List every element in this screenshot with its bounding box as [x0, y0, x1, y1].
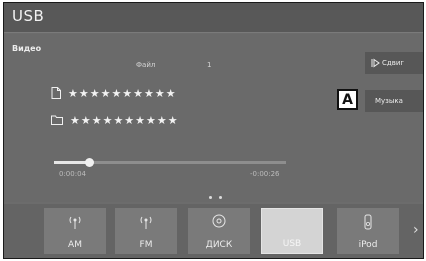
source-tile-disc[interactable]: ДИСК	[188, 208, 250, 254]
source-label: Видео	[12, 44, 42, 53]
radio-antenna-icon	[69, 216, 81, 229]
folder-icon	[51, 115, 63, 125]
folder-row: ★★★★★★★★★★	[51, 113, 179, 127]
source-tile-label: USB	[282, 239, 302, 249]
media-panel: Видео Файл 1 ★★★★★★★★★★ ★★★★★★★★★★ 0:00:…	[4, 34, 423, 202]
page-dot	[209, 196, 212, 199]
source-tile-label: ДИСК	[205, 240, 233, 250]
file-number: 1	[207, 61, 212, 69]
callout-label: A	[337, 89, 358, 110]
file-label: Файл	[136, 61, 156, 69]
head-unit-screen: USB Видео Файл 1 ★★★★★★★★★★ ★★★★★★★★★★ 0…	[3, 2, 424, 259]
sources-button-label: Сдвиг	[382, 59, 405, 67]
title-bar: USB	[4, 3, 423, 33]
chevron-right-icon[interactable]: ›	[413, 222, 419, 238]
progress-fill	[54, 161, 89, 164]
folder-name: ★★★★★★★★★★	[70, 113, 179, 127]
track-row: ★★★★★★★★★★	[51, 86, 177, 100]
source-bar: AM FM ДИСК USB iPod ›	[4, 204, 423, 258]
source-tile-label: FM	[139, 240, 153, 250]
file-icon	[51, 87, 61, 99]
screen-title: USB	[12, 7, 45, 25]
progress-knob[interactable]	[84, 158, 94, 167]
source-switch-icon	[371, 58, 380, 68]
source-tile-label: AM	[68, 240, 82, 250]
remaining-time: -0:00:26	[250, 170, 280, 178]
source-tile-ipod[interactable]: iPod	[337, 208, 399, 254]
page-indicator	[209, 196, 222, 199]
ipod-icon	[364, 214, 372, 230]
sources-button[interactable]: Сдвиг	[365, 52, 423, 74]
progress-bar[interactable]	[54, 158, 286, 167]
source-tile-fm[interactable]: FM	[115, 208, 177, 254]
music-button[interactable]: Музыка	[365, 90, 423, 112]
track-title: ★★★★★★★★★★	[68, 86, 177, 100]
source-tile-am[interactable]: AM	[44, 208, 106, 254]
source-tile-usb[interactable]: USB	[261, 208, 323, 254]
elapsed-time: 0:00:04	[59, 170, 86, 178]
source-tile-label: iPod	[358, 240, 378, 250]
page-dot	[219, 196, 222, 199]
disc-icon	[212, 214, 226, 228]
radio-antenna-icon	[140, 216, 152, 229]
music-button-label: Музыка	[375, 97, 403, 105]
